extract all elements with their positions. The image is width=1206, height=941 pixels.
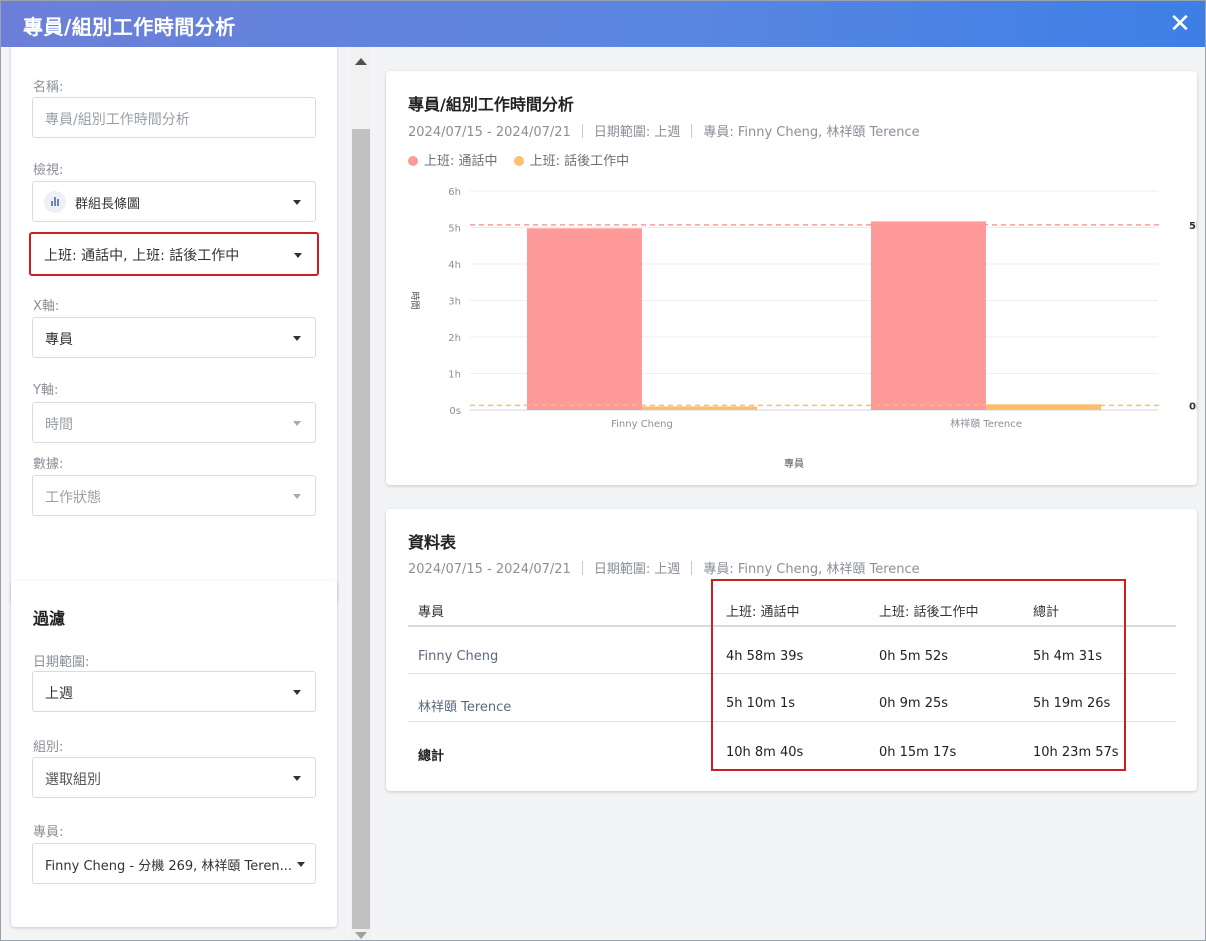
x-axis-title: 專員: [784, 457, 804, 470]
x-axis-select[interactable]: 專員: [32, 317, 316, 358]
data-value: 工作狀態: [45, 490, 101, 506]
table-cell: Finny Cheng: [418, 649, 499, 664]
bar-talking: [527, 228, 642, 410]
filter-title: 過濾: [33, 609, 66, 628]
table-cell: 林祥頤 Terence: [418, 700, 512, 715]
agent-select[interactable]: Finny Cheng - 分機 269, 林祥頤 Teren...: [32, 843, 316, 884]
y-axis-select[interactable]: 時間: [32, 402, 316, 443]
view-select[interactable]: 群組長條圖: [32, 181, 316, 222]
name-input-placeholder: 專員/組別工作時間分析: [45, 112, 190, 128]
settings-pane[interactable]: 名稱: 專員/組別工作時間分析 檢視: 群組長條圖 上班: 通話中, 上班: 話…: [1, 47, 347, 940]
table-highlight-box: [711, 579, 1126, 771]
y-axis-title: 時間: [409, 291, 420, 309]
bar-talking: [871, 221, 986, 410]
x-tick-label: 林祥頤 Terence: [950, 417, 1022, 430]
chevron-down-icon: [297, 862, 305, 867]
bar-chart-icon: [44, 191, 66, 213]
reference-line-label: 0h 7m 39s: [1189, 401, 1197, 412]
dialog-titlebar: 專員/組別工作時間分析 ✕: [1, 1, 1205, 47]
left-pane-scrollbar[interactable]: [351, 47, 371, 940]
reference-line-label: 5h 4m 20s: [1189, 221, 1197, 232]
view-label: 檢視:: [33, 163, 64, 178]
table-meta-agents: 專員: Finny Cheng, 林祥頤 Terence: [703, 562, 920, 577]
chevron-down-icon: [294, 253, 302, 258]
y-tick-label: 2h: [448, 333, 461, 344]
group-select-value: 選取組別: [45, 772, 101, 788]
group-select[interactable]: 選取組別: [32, 757, 316, 798]
settings-card: 名稱: 專員/組別工作時間分析 檢視: 群組長條圖 上班: 通話中, 上班: 話…: [11, 47, 337, 603]
table-cell: 總計: [418, 749, 445, 764]
date-range-select[interactable]: 上週: [32, 671, 316, 712]
table-meta: 2024/07/15 - 2024/07/21 日期範圍: 上週 專員: Finny…: [408, 558, 920, 577]
table-title: 資料表: [408, 533, 457, 552]
status-select-value: 上班: 通話中, 上班: 話後工作中: [44, 248, 240, 264]
y-tick-label: 3h: [448, 297, 461, 308]
y-axis-value: 時間: [45, 417, 73, 433]
table-meta-range: 日期範圍: 上週: [593, 562, 681, 577]
agent-select-value: Finny Cheng - 分機 269, 林祥頤 Teren...: [45, 859, 292, 874]
filter-card: 過濾 日期範圍: 上週 組別: 選取組別 專員: Finny Cheng - 分…: [11, 581, 337, 927]
scroll-up-icon[interactable]: [355, 58, 367, 65]
close-icon[interactable]: ✕: [1163, 7, 1197, 41]
chevron-down-icon: [293, 690, 301, 695]
dialog-title: 專員/組別工作時間分析: [23, 15, 236, 39]
y-tick-label: 1h: [448, 370, 461, 381]
bar-chart: 0s 1h 2h 3h 4h 5h 6h Finny Cheng 林祥頤 Terence 5h 4…: [409, 187, 1197, 470]
table-card: 資料表 2024/07/15 - 2024/07/21 日期範圍: 上週 專員: F…: [386, 509, 1197, 791]
date-range-value: 上週: [45, 686, 73, 702]
chevron-down-icon: [293, 494, 301, 499]
group-label: 組別:: [33, 740, 64, 755]
chart-card: 專員/組別工作時間分析 2024/07/15 - 2024/07/21 日期範圍:…: [386, 71, 1197, 485]
chevron-down-icon: [293, 776, 301, 781]
scrollbar-thumb[interactable]: [352, 129, 370, 929]
data-label: 數據:: [33, 457, 64, 472]
dialog-window: 專員/組別工作時間分析 ✕ 名稱: 專員/組別工作時間分析 檢視: 群組長條圖 …: [0, 0, 1206, 941]
x-tick-label: Finny Cheng: [611, 419, 673, 430]
x-axis-label: X軸:: [33, 299, 60, 314]
view-select-value: 群組長條圖: [75, 197, 141, 212]
chevron-down-icon: [293, 336, 301, 341]
name-label: 名稱:: [33, 80, 64, 95]
table-meta-dates: 2024/07/15 - 2024/07/21: [408, 562, 571, 577]
agent-label: 專員:: [33, 825, 64, 840]
scroll-down-icon[interactable]: [355, 932, 367, 939]
table-header-cell: 專員: [418, 605, 445, 620]
y-axis-label: Y軸:: [33, 383, 59, 398]
chevron-down-icon: [293, 421, 301, 426]
data-select[interactable]: 工作狀態: [32, 475, 316, 516]
bar-after-call: [642, 406, 757, 410]
y-tick-label: 4h: [448, 260, 461, 271]
y-tick-label: 5h: [448, 224, 461, 235]
y-tick-label: 6h: [448, 187, 461, 198]
x-axis-value: 專員: [45, 332, 73, 348]
date-range-label: 日期範圍:: [33, 655, 90, 670]
y-tick-label: 0s: [449, 406, 461, 417]
name-input[interactable]: 專員/組別工作時間分析: [32, 97, 316, 138]
status-select[interactable]: 上班: 通話中, 上班: 話後工作中: [29, 232, 319, 276]
chevron-down-icon: [293, 200, 301, 205]
